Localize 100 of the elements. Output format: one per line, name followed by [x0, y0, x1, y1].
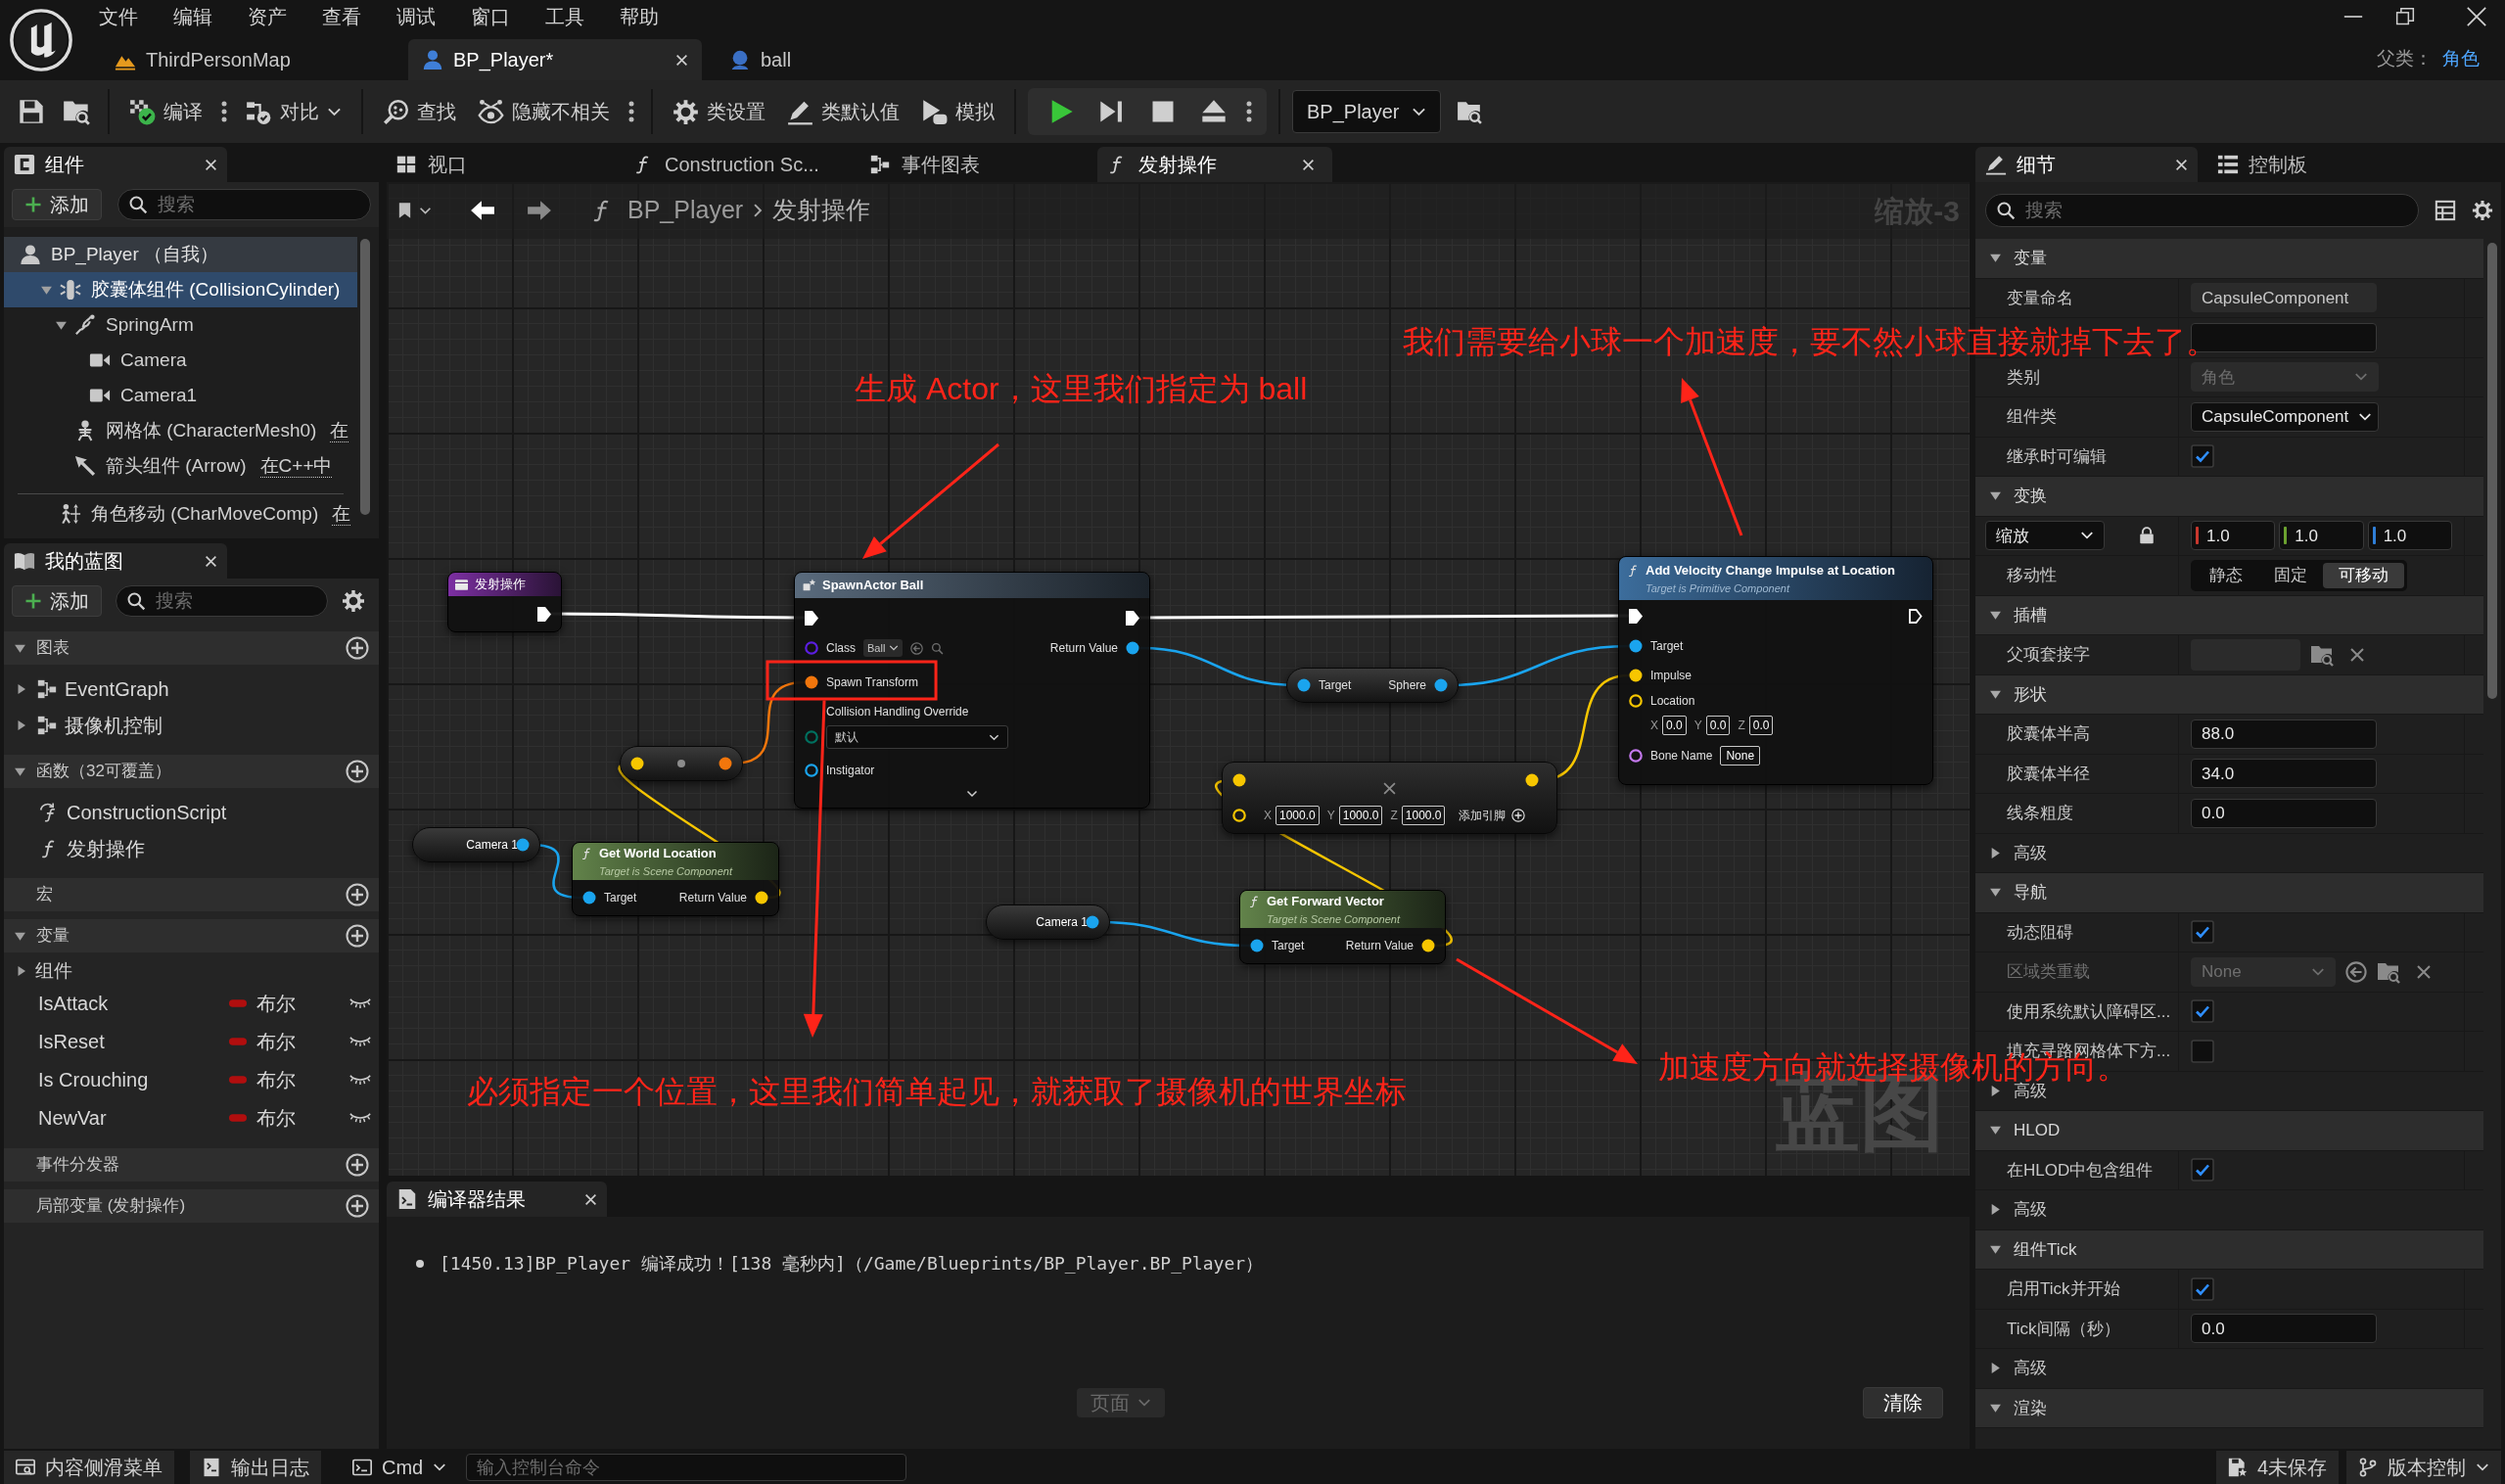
variable-item[interactable]: NewVar 布尔 — [4, 1098, 379, 1136]
number-field[interactable]: 1.0 — [2279, 521, 2364, 551]
section-header[interactable]: 局部变量 (发射操作) — [4, 1189, 379, 1223]
pin-icon[interactable] — [582, 891, 596, 904]
source-control-button[interactable]: 版本控制 — [2346, 1451, 2501, 1484]
section-header[interactable]: 导航 — [1975, 873, 2483, 913]
pin-icon[interactable] — [1434, 678, 1448, 692]
expand-arrow-icon[interactable] — [16, 965, 27, 977]
panel-tab[interactable]: 编译器结果 — [387, 1182, 607, 1217]
dropdown[interactable]: 缩放 — [1985, 521, 2105, 551]
debug-object-dropdown[interactable]: BP_Player — [1292, 90, 1441, 133]
pin-icon[interactable] — [516, 838, 530, 852]
pin-icon[interactable] — [1126, 641, 1139, 655]
multiply-node[interactable]: X 1000.0 Y 1000.0 Z 1000.0 添加引脚 — [1222, 762, 1557, 834]
function-node[interactable]: Get Forward Vector Target is Scene Component Target Return Value — [1239, 890, 1446, 964]
add-button[interactable]: 添加 — [12, 189, 102, 220]
eye-closed-icon[interactable] — [349, 996, 371, 1010]
gear-icon[interactable] — [2472, 200, 2493, 221]
function-node[interactable]: Get World Location Target is Scene Component Target Return Value — [572, 842, 779, 916]
document-tab[interactable]: BP_Player* — [408, 39, 702, 80]
pin-icon[interactable] — [1250, 939, 1264, 952]
search-icon[interactable] — [931, 641, 945, 655]
breadcrumb-item[interactable]: 发射操作 — [772, 192, 871, 229]
menu-item[interactable]: 工具 — [528, 7, 602, 26]
section-header[interactable]: 宏 — [4, 878, 379, 911]
menu-item[interactable]: 查看 — [304, 7, 379, 26]
class-defaults-button[interactable]: 类默认值 — [779, 90, 907, 133]
value-field[interactable]: None — [1720, 746, 1761, 765]
variable-item[interactable]: IsAttack 布尔 — [4, 984, 379, 1022]
graph-tab[interactable]: 视口 — [387, 147, 622, 182]
variable-item[interactable]: Is Crouching 布尔 — [4, 1060, 379, 1098]
value-field[interactable]: 0.0 — [1705, 716, 1731, 735]
compile-button[interactable]: 编译 — [121, 90, 210, 133]
save-icon[interactable] — [18, 98, 45, 125]
close-icon[interactable] — [2466, 6, 2487, 27]
text-field[interactable]: 88.0 — [2191, 719, 2377, 749]
checkbox[interactable] — [2191, 444, 2214, 469]
add-circle-icon[interactable] — [346, 883, 369, 906]
restore-icon[interactable] — [2395, 7, 2415, 26]
source-link[interactable]: 在 — [330, 418, 349, 443]
segment-option[interactable]: 静态 — [2194, 562, 2258, 588]
output-log-button[interactable]: 输出日志 — [190, 1451, 321, 1484]
pin-icon[interactable] — [805, 675, 818, 689]
add-circle-icon[interactable] — [346, 760, 369, 783]
pin-icon[interactable] — [805, 764, 818, 777]
parent-class-link[interactable]: 角色 — [2442, 45, 2480, 73]
more-icon[interactable] — [1245, 100, 1253, 123]
section-header[interactable]: 变换 — [1975, 477, 2483, 517]
value-field[interactable]: 1000.0 — [1338, 806, 1383, 825]
section-header[interactable]: 插槽 — [1975, 595, 2483, 635]
menu-item[interactable]: 文件 — [81, 7, 156, 26]
dropdown[interactable]: CapsuleComponent — [2191, 401, 2379, 432]
tree-item[interactable]: 角色移动 (CharMoveComp) 在 — [4, 496, 357, 532]
search-field[interactable]: 搜索 — [117, 189, 371, 220]
advanced-toggle[interactable]: 高级 — [1989, 1356, 2047, 1381]
panel-tab[interactable]: 控制板 — [2207, 147, 2384, 182]
menu-item[interactable]: 编辑 — [156, 7, 230, 26]
graph-tab[interactable]: 发射操作 — [1097, 147, 1332, 182]
expand-arrow-icon[interactable] — [16, 682, 27, 695]
value-field[interactable]: 0.0 — [1748, 716, 1774, 735]
cmd-button[interactable]: Cmd — [341, 1451, 459, 1484]
table-icon[interactable] — [2435, 200, 2456, 221]
menu-item[interactable]: 调试 — [379, 7, 453, 26]
menu-item[interactable]: 窗口 — [453, 7, 528, 26]
breadcrumb-item[interactable]: BP_Player — [627, 192, 744, 229]
class-settings-button[interactable]: 类设置 — [665, 90, 773, 133]
document-tab[interactable]: ThirdPersonMap — [101, 39, 394, 80]
unsaved-button[interactable]: 4未保存 — [2215, 1451, 2339, 1484]
document-tab[interactable]: ball — [716, 39, 1009, 80]
add-button[interactable]: 添加 — [12, 585, 102, 617]
text-field[interactable]: 34.0 — [2191, 759, 2377, 789]
pin-icon[interactable] — [719, 757, 732, 770]
diff-button[interactable]: 对比 — [238, 90, 349, 133]
exec-pin-icon[interactable] — [537, 606, 551, 622]
scrollbar-thumb[interactable] — [2487, 243, 2497, 699]
tree-item[interactable]: Camera — [4, 343, 357, 378]
pin-icon[interactable] — [1629, 639, 1643, 653]
number-field[interactable]: 1.0 — [2367, 521, 2452, 551]
checkbox[interactable] — [2191, 920, 2214, 945]
scrollbar-thumb[interactable] — [360, 239, 370, 515]
console-input[interactable]: 输入控制台命令 — [466, 1454, 907, 1481]
section-header[interactable]: 函数（32可覆盖） — [4, 755, 379, 788]
add-circle-icon[interactable] — [346, 924, 369, 948]
close-icon[interactable] — [2349, 646, 2365, 663]
search-field[interactable]: 搜索 — [1985, 194, 2419, 227]
graph-item[interactable]: EventGraph — [4, 671, 379, 707]
search-field[interactable]: 搜索 — [116, 585, 328, 617]
text-field[interactable]: 0.0 — [2191, 798, 2377, 828]
exec-pin-icon[interactable] — [805, 610, 818, 626]
function-node[interactable]: Add Velocity Change Impulse at Location Target is Primitive Component Target Impulse Location X 0.0 Y 0.0 Z 0.0 Bone Name None — [1618, 556, 1933, 785]
section-header[interactable]: 形状 — [1975, 674, 2483, 715]
eye-closed-icon[interactable] — [349, 1034, 371, 1048]
exec-pin-icon[interactable] — [1629, 608, 1643, 624]
pin-icon[interactable] — [1086, 915, 1099, 929]
graph-tab[interactable]: Construction Sc... — [624, 147, 858, 182]
menu-item[interactable]: 帮助 — [602, 7, 676, 26]
checkbox[interactable] — [2191, 1158, 2214, 1183]
eject-icon[interactable] — [1200, 98, 1228, 125]
eye-closed-icon[interactable] — [349, 1072, 371, 1087]
eye-closed-icon[interactable] — [349, 1110, 371, 1125]
